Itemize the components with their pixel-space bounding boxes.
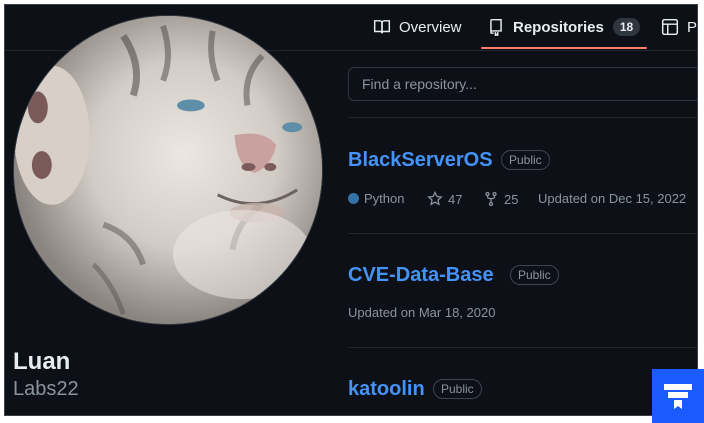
profile-name: Luan [13, 348, 71, 375]
tab-repositories[interactable]: Repositories 18 [487, 5, 641, 49]
book-icon [373, 20, 391, 34]
tab-repositories-label: Repositories [513, 18, 604, 36]
repo-updated: Updated on Mar 18, 2020 [348, 305, 496, 320]
repo-language: Python [348, 191, 404, 206]
language-label: Python [364, 191, 405, 206]
repo-link-blackserveros[interactable]: BlackServerOS [348, 149, 493, 172]
logo-icon [664, 384, 692, 409]
tab-projects-label: P [687, 18, 698, 36]
visibility-badge: Public [510, 265, 559, 285]
visibility-badge: Public [501, 150, 550, 170]
tab-overview[interactable]: Overview [373, 5, 462, 49]
repo-forks-link[interactable]: 25 [483, 191, 518, 207]
repositories-count-badge: 18 [612, 18, 641, 36]
tab-projects[interactable]: P [661, 5, 697, 49]
stars-count: 47 [448, 191, 463, 207]
forks-count: 25 [504, 191, 519, 207]
repo-link-cve-data-base[interactable]: CVE-Data-Base [348, 264, 494, 287]
language-color-dot [348, 193, 359, 204]
avatar[interactable] [13, 15, 323, 325]
list-divider [348, 233, 697, 234]
list-divider [348, 347, 697, 348]
repo-icon [490, 18, 502, 36]
fork-icon [485, 191, 497, 207]
white-tiger-cub-photo [14, 16, 322, 324]
profile-username: Labs22 [13, 378, 79, 400]
table-icon [661, 18, 679, 36]
star-icon [427, 191, 443, 206]
repo-stars-link[interactable]: 47 [427, 191, 462, 207]
tab-overview-label: Overview [399, 18, 462, 36]
list-divider [348, 117, 697, 118]
visibility-badge: Public [433, 379, 482, 399]
watermark-logo [652, 369, 704, 423]
profile-page: Overview Repositories 18 P Luan Labs22 F… [4, 4, 698, 416]
find-repository-input[interactable] [348, 67, 697, 101]
repo-updated: Updated on Dec 15, 2022 [538, 191, 687, 206]
repo-link-katoolin[interactable]: katoolin [348, 378, 425, 401]
active-tab-indicator [481, 47, 647, 49]
